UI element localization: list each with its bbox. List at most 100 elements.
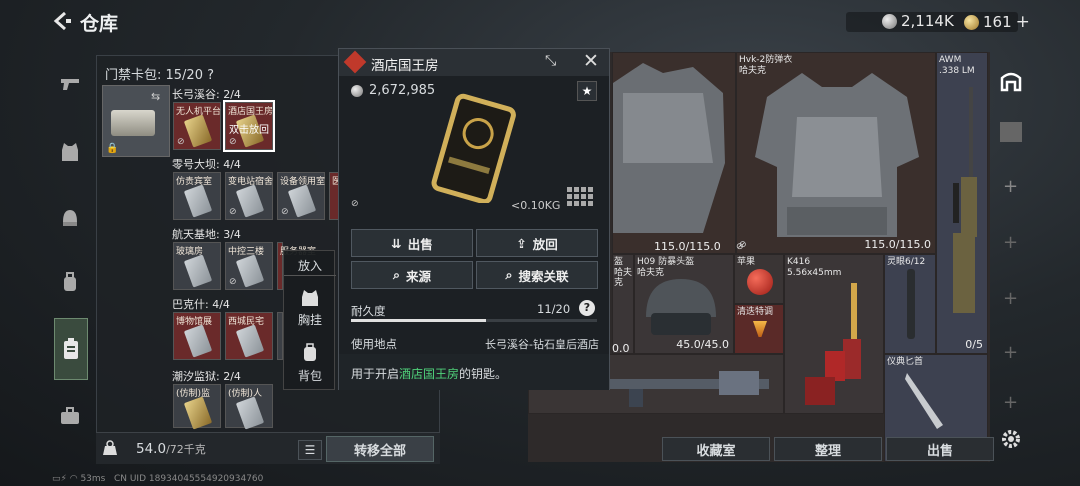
helmet-name: H09 防暴头盔 [637,257,695,267]
k416-slot[interactable]: K416 5.56x45mm [784,254,884,414]
add-page-icon[interactable]: + [1003,232,1018,253]
nav-armor[interactable] [54,136,86,168]
keycard-image [431,93,516,203]
grid-size-icon [567,187,593,206]
favorite-star-icon[interactable]: ★ [577,81,597,101]
partial-helmet-slot[interactable]: 盔 哈夫克 [612,254,634,354]
keycard-slot[interactable]: 玻璃房 [173,242,221,290]
stash-tab[interactable] [994,64,1028,98]
keycard-slot[interactable]: 仿贵宾室 [173,172,221,220]
battery-icon: ▭⚡ [52,474,67,484]
currency-gold-value: 161 [983,13,1012,31]
nav-backpack[interactable] [54,266,86,298]
sell-button[interactable]: 出售 [886,437,994,461]
settings-gear-icon[interactable] [1000,428,1022,450]
armor-image [613,63,725,233]
warehouse-icon [1000,72,1022,92]
close-icon[interactable]: ✕ [583,50,599,72]
divider [284,275,336,276]
apple-slot[interactable]: 苹果 [734,254,784,304]
transfer-all-button[interactable]: 转移全部 [326,436,434,462]
nav-cards[interactable] [54,318,88,380]
item-description: 用于开启酒店国王房的钥匙。 [351,367,508,381]
sell-item-button[interactable]: ⇊ 出售 [351,229,473,257]
collapse-icon[interactable]: ⤡ [545,53,556,69]
nav-weapons[interactable] [54,68,86,100]
helmet-slot[interactable]: H09 防暴头盔 哈夫克 45.0/45.0 [634,254,734,354]
add-page-icon[interactable]: + [1003,288,1018,309]
keycard-slot[interactable]: 中控三楼 ⊘ [225,242,273,290]
durability-value: 11/20 [537,302,571,316]
wifi-icon: ◠ [69,474,78,484]
scope-slot[interactable]: 灵眼6/12 [884,254,936,354]
collection-room-button[interactable]: 收藏室 [662,437,770,461]
chest-rig-option[interactable]: 胸挂 [284,311,336,328]
armor-slot-partial[interactable] [612,52,736,254]
keycard-icon [64,338,78,359]
armor-slot[interactable]: Hvk-2防弹衣 哈夫克 115.0/115.0 ⊘ [736,52,936,254]
list-icon[interactable]: ☰ [298,440,322,460]
keycard-slot[interactable]: (仿制)监 [173,384,221,430]
section-title: 巴克什: 4/4 [172,298,230,311]
keycard-slot[interactable]: 设备领用室 ⊘ [277,172,325,220]
keycard-slot[interactable]: (仿制)人 [225,384,273,430]
armor-durability: 115.0/115.0 [864,238,931,251]
search-related-button[interactable]: ⌕ 搜索关联 [476,261,598,289]
backpack-option[interactable]: 背包 [284,367,336,384]
currency-silver-value: 2,114K [901,12,954,30]
context-menu: 放入 胸挂 背包 [283,250,336,390]
drink-name: 清迭特调 [737,307,774,317]
silver-coin-icon [351,85,363,97]
weight-readout: 54.0/72千克 [136,441,206,457]
drink-image [753,321,767,337]
add-page-icon[interactable]: + [1003,342,1018,363]
left-nav [48,48,92,428]
swap-icon[interactable]: ⇆ [151,90,160,103]
awm-slot[interactable]: AWM .338 LM 0/5 [936,52,988,354]
keycard-slot[interactable]: 无人机平台 ⊘ [173,102,221,150]
drink-slot[interactable]: 清迭特调 [734,304,784,354]
armor-name: Hvk-2防弹衣 [739,55,793,65]
vest-icon [62,143,78,161]
keycard-slot-selected[interactable]: 酒店国王房 双击放回 ⊘ [223,100,275,152]
put-in-option[interactable]: 放入 [284,257,336,274]
keycard-bag-label: 门禁卡包: 15/20 ? [105,68,215,83]
scope-image [907,269,915,339]
search-icon: ⌕ [392,267,400,282]
lock-icon: 🔒 [106,143,119,154]
armor-durability: 115.0/115.0 [654,240,721,253]
add-currency-icon[interactable]: + [1016,12,1030,32]
chest-rig-icon [302,290,318,306]
k416-caliber: 5.56x45mm [787,268,842,278]
nav-helmet[interactable] [54,202,86,234]
keycard-slot[interactable]: 西城民宅 [225,312,273,360]
add-page-icon[interactable]: + [1003,392,1018,413]
gold-coin-icon [964,14,979,30]
durability-fill [351,319,487,322]
k416-image [805,283,861,405]
apple-image [747,269,773,295]
stash-page-icon[interactable] [1000,122,1022,142]
keycard-slot[interactable]: 变电站宿舍 ⊘ [225,172,273,220]
briefcase-icon [61,407,79,424]
silver-coin-icon [882,13,897,29]
back-arrow-icon[interactable] [50,10,72,32]
description-highlight: 酒店国王房 [399,367,460,381]
source-button[interactable]: ⌕ 来源 [351,261,473,289]
add-page-icon[interactable]: + [1003,176,1018,197]
helmet-durability: 45.0/45.0 [676,338,729,351]
k416-name: K416 [787,257,811,267]
keycard-slot[interactable]: 博物馆展 [173,312,221,360]
section-title: 潮汐监狱: 2/4 [172,370,241,383]
knife-image [905,373,943,429]
help-icon[interactable]: ? [579,300,595,316]
organize-button[interactable]: 整理 [774,437,882,461]
put-back-button[interactable]: ⇪ 放回 [476,229,598,257]
help-icon[interactable]: ? [207,68,214,83]
currency-silver: 2,114K [882,12,954,30]
item-price: 2,672,985 [369,83,436,98]
keycard-bag-slot[interactable]: ⇆ 🔒 [102,85,170,157]
nav-case[interactable] [54,400,86,432]
double-click-hint: 双击放回 [229,125,269,136]
currency-gold[interactable]: 161 + [964,12,1030,32]
